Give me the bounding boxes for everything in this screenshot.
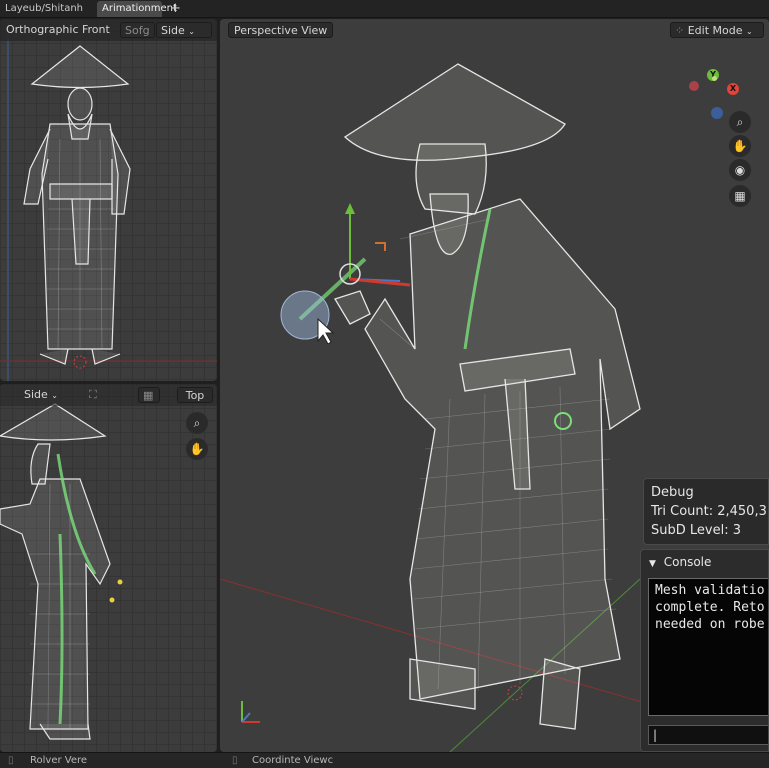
debug-subd-level: SubD Level: 3 [651, 523, 741, 538]
collapse-triangle-icon[interactable]: ▼ [649, 559, 656, 569]
mouse-right-icon: ▯ [232, 755, 238, 766]
front-view-header: Orthographic Front Sofg Side ⌄ [0, 19, 217, 41]
side-view-mode-label: Side [24, 388, 48, 401]
chevron-down-icon: ⌄ [188, 27, 195, 36]
console-line: Mesh validatio [655, 583, 765, 598]
front-character-wireframe [0, 19, 217, 381]
edit-mode-icon: ⁘ [675, 24, 685, 37]
gizmo-center [712, 76, 717, 81]
transform-gizmo [339, 203, 411, 287]
front-view-mode-label: Side [161, 24, 185, 37]
debug-title: Debug [651, 485, 694, 500]
grid-icon[interactable]: ▦ [729, 185, 751, 207]
front-view-setting[interactable]: Sofg [120, 22, 155, 38]
edit-mode-dropdown[interactable]: ⁘ Edit Mode ⌄ [670, 22, 764, 38]
chevron-down-icon: ⌄ [51, 391, 58, 400]
edit-mode-label: Edit Mode [687, 24, 743, 37]
tab-animation[interactable]: Arimationment [97, 1, 177, 17]
gizmo-x-axis[interactable]: X [727, 83, 739, 95]
console-title: Console [663, 555, 712, 569]
front-viewport[interactable]: Orthographic Front Sofg Side ⌄ [0, 19, 217, 381]
side-view-overlay-icon[interactable]: ▦ [138, 387, 160, 403]
console-header[interactable]: ▼ Console [641, 550, 768, 574]
gizmo-neg-x-axis[interactable] [689, 81, 699, 91]
console-output: Mesh validatio complete. Reto needed on … [648, 578, 768, 716]
pan-hand-icon[interactable]: ✋ [186, 438, 208, 460]
perspective-view-title[interactable]: Perspective View [228, 22, 334, 38]
status-left-text: Rolver Vere [30, 755, 88, 766]
debug-panel: Debug Tri Count: 2,450,3 SubD Level: 3 [643, 478, 769, 545]
front-view-title[interactable]: Orthographic Front [2, 22, 114, 38]
side-view-header: Side ⌄ ⛶ ▦ Top [0, 384, 217, 406]
console-input[interactable]: | [648, 725, 768, 745]
side-view-snap-icon[interactable]: ⛶ [85, 387, 101, 403]
front-view-mode-dropdown[interactable]: Side ⌄ [156, 22, 212, 38]
side-view-mode-dropdown[interactable]: Side ⌄ [2, 387, 62, 403]
zoom-icon[interactable]: ⌕ [729, 111, 751, 133]
text-caret: | [653, 728, 658, 742]
side-view-top-button[interactable]: Top [177, 387, 213, 403]
add-workspace-button[interactable]: + [165, 1, 181, 17]
side-character-wireframe [0, 403, 123, 740]
zoom-icon[interactable]: ⌕ [186, 412, 208, 434]
console-line: needed on robe [655, 617, 765, 632]
console-panel: ▼ Console Mesh validatio complete. Reto … [640, 549, 769, 752]
debug-tri-count: Tri Count: 2,450,3 [651, 504, 767, 519]
side-viewport[interactable]: Side ⌄ ⛶ ▦ Top ⌕ ✋ [0, 384, 217, 752]
character-wireframe [334, 63, 641, 730]
status-bar: ▯ Rolver Vere ▯ Coordinte Viewc [0, 752, 769, 768]
status-right-text: Coordinte Viewc [252, 755, 334, 766]
tab-layout[interactable]: Layeub/Shitanh [0, 1, 92, 17]
chevron-down-icon: ⌄ [746, 27, 753, 36]
gizmo-z-axis[interactable] [711, 107, 723, 119]
camera-icon[interactable]: ◉ [729, 159, 751, 181]
perspective-header: Perspective View ⁘ Edit Mode ⌄ [220, 19, 769, 41]
pan-hand-icon[interactable]: ✋ [729, 135, 751, 157]
mouse-left-icon: ▯ [8, 755, 14, 766]
workspace-tab-bar: Layeub/Shitanh Arimationment + [0, 0, 769, 18]
console-line: complete. Reto [655, 600, 765, 615]
